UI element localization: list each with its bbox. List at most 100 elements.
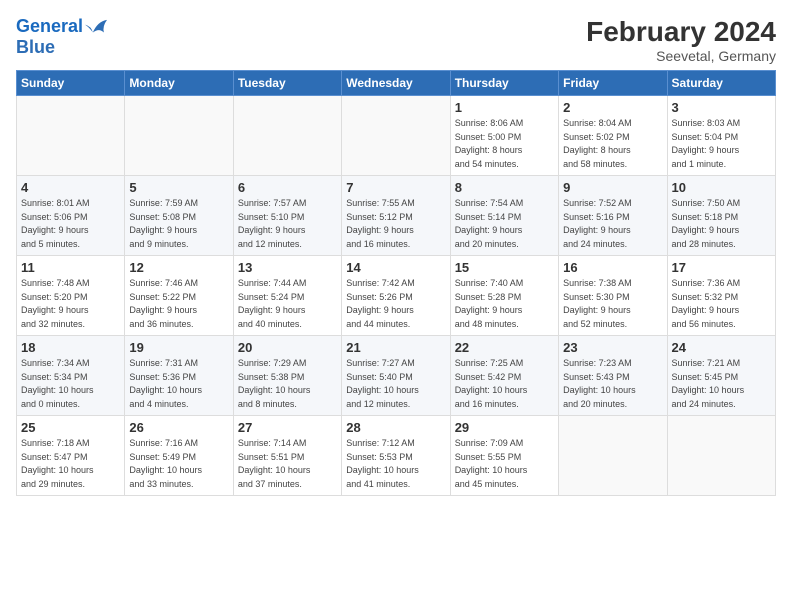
calendar-cell: 28 Sunrise: 7:12 AM Sunset: 5:53 PM Dayli…	[342, 416, 450, 496]
calendar-cell: 10Sunrise: 7:50 AM Sunset: 5:18 PM Dayli…	[667, 176, 775, 256]
col-monday: Monday	[125, 71, 233, 96]
day-info: Sunrise: 7:12 AM Sunset: 5:53 PM Dayligh…	[346, 437, 445, 491]
day-number: 29	[455, 420, 554, 435]
calendar-cell: 9 Sunrise: 7:52 AM Sunset: 5:16 PM Daylig…	[559, 176, 667, 256]
calendar-table: Sunday Monday Tuesday Wednesday Thursday…	[16, 70, 776, 496]
day-info: Sunrise: 7:54 AM Sunset: 5:14 PM Dayligh…	[455, 197, 554, 251]
header: General Blue February 2024 Seevetal, Ger…	[16, 16, 776, 64]
calendar-cell: 1 Sunrise: 8:06 AM Sunset: 5:00 PM Daylig…	[450, 96, 558, 176]
page-title: February 2024	[586, 16, 776, 48]
day-number: 17	[672, 260, 771, 275]
calendar-cell: 20Sunrise: 7:29 AM Sunset: 5:38 PM Dayli…	[233, 336, 341, 416]
day-number: 18	[21, 340, 120, 355]
day-number: 1	[455, 100, 554, 115]
calendar-cell: 19 Sunrise: 7:31 AM Sunset: 5:36 PM Dayli…	[125, 336, 233, 416]
day-info: Sunrise: 7:18 AM Sunset: 5:47 PM Dayligh…	[21, 437, 120, 491]
calendar-cell: 22 Sunrise: 7:25 AM Sunset: 5:42 PM Dayli…	[450, 336, 558, 416]
day-number: 21	[346, 340, 445, 355]
day-info: Sunrise: 7:46 AM Sunset: 5:22 PM Dayligh…	[129, 277, 228, 331]
day-info: Sunrise: 7:55 AM Sunset: 5:12 PM Dayligh…	[346, 197, 445, 251]
day-info: Sunrise: 8:03 AM Sunset: 5:04 PM Dayligh…	[672, 117, 771, 171]
day-number: 11	[21, 260, 120, 275]
day-number: 19	[129, 340, 228, 355]
calendar-cell: 6 Sunrise: 7:57 AM Sunset: 5:10 PM Daylig…	[233, 176, 341, 256]
logo-blue: Blue	[16, 38, 107, 58]
day-number: 16	[563, 260, 662, 275]
calendar-cell: 26 Sunrise: 7:16 AM Sunset: 5:49 PM Dayli…	[125, 416, 233, 496]
calendar-cell: 4Sunrise: 8:01 AM Sunset: 5:06 PM Daylig…	[17, 176, 125, 256]
day-number: 10	[672, 180, 771, 195]
day-number: 7	[346, 180, 445, 195]
calendar-cell	[125, 96, 233, 176]
day-info: Sunrise: 7:36 AM Sunset: 5:32 PM Dayligh…	[672, 277, 771, 331]
day-info: Sunrise: 7:42 AM Sunset: 5:26 PM Dayligh…	[346, 277, 445, 331]
col-saturday: Saturday	[667, 71, 775, 96]
col-sunday: Sunday	[17, 71, 125, 96]
calendar-week-3: 11 Sunrise: 7:48 AM Sunset: 5:20 PM Dayli…	[17, 256, 776, 336]
calendar-cell: 14 Sunrise: 7:42 AM Sunset: 5:26 PM Dayli…	[342, 256, 450, 336]
day-info: Sunrise: 7:25 AM Sunset: 5:42 PM Dayligh…	[455, 357, 554, 411]
calendar-cell	[342, 96, 450, 176]
day-info: Sunrise: 7:21 AM Sunset: 5:45 PM Dayligh…	[672, 357, 771, 411]
day-info: Sunrise: 7:34 AM Sunset: 5:34 PM Dayligh…	[21, 357, 120, 411]
calendar-cell: 23 Sunrise: 7:23 AM Sunset: 5:43 PM Dayli…	[559, 336, 667, 416]
calendar-cell: 29 Sunrise: 7:09 AM Sunset: 5:55 PM Dayli…	[450, 416, 558, 496]
day-number: 12	[129, 260, 228, 275]
calendar-cell: 15Sunrise: 7:40 AM Sunset: 5:28 PM Dayli…	[450, 256, 558, 336]
calendar-week-1: 1 Sunrise: 8:06 AM Sunset: 5:00 PM Daylig…	[17, 96, 776, 176]
day-number: 5	[129, 180, 228, 195]
calendar-cell	[667, 416, 775, 496]
calendar-header-row: Sunday Monday Tuesday Wednesday Thursday…	[17, 71, 776, 96]
day-number: 22	[455, 340, 554, 355]
day-info: Sunrise: 7:09 AM Sunset: 5:55 PM Dayligh…	[455, 437, 554, 491]
day-number: 14	[346, 260, 445, 275]
day-number: 23	[563, 340, 662, 355]
col-wednesday: Wednesday	[342, 71, 450, 96]
day-number: 9	[563, 180, 662, 195]
col-thursday: Thursday	[450, 71, 558, 96]
day-info: Sunrise: 7:57 AM Sunset: 5:10 PM Dayligh…	[238, 197, 337, 251]
day-info: Sunrise: 7:52 AM Sunset: 5:16 PM Dayligh…	[563, 197, 662, 251]
calendar-cell: 24 Sunrise: 7:21 AM Sunset: 5:45 PM Dayli…	[667, 336, 775, 416]
logo-general: General	[16, 16, 83, 36]
title-area: February 2024 Seevetal, Germany	[586, 16, 776, 64]
page-subtitle: Seevetal, Germany	[586, 48, 776, 64]
day-info: Sunrise: 7:59 AM Sunset: 5:08 PM Dayligh…	[129, 197, 228, 251]
day-number: 13	[238, 260, 337, 275]
calendar-cell: 2 Sunrise: 8:04 AM Sunset: 5:02 PM Daylig…	[559, 96, 667, 176]
day-info: Sunrise: 8:06 AM Sunset: 5:00 PM Dayligh…	[455, 117, 554, 171]
day-info: Sunrise: 7:48 AM Sunset: 5:20 PM Dayligh…	[21, 277, 120, 331]
day-number: 28	[346, 420, 445, 435]
calendar-cell: 8 Sunrise: 7:54 AM Sunset: 5:14 PM Daylig…	[450, 176, 558, 256]
day-number: 26	[129, 420, 228, 435]
calendar-cell: 27 Sunrise: 7:14 AM Sunset: 5:51 PM Dayli…	[233, 416, 341, 496]
day-info: Sunrise: 7:31 AM Sunset: 5:36 PM Dayligh…	[129, 357, 228, 411]
calendar-cell: 21 Sunrise: 7:27 AM Sunset: 5:40 PM Dayli…	[342, 336, 450, 416]
day-number: 25	[21, 420, 120, 435]
day-info: Sunrise: 7:23 AM Sunset: 5:43 PM Dayligh…	[563, 357, 662, 411]
logo: General Blue	[16, 16, 107, 58]
day-number: 15	[455, 260, 554, 275]
calendar-cell: 7 Sunrise: 7:55 AM Sunset: 5:12 PM Daylig…	[342, 176, 450, 256]
day-info: Sunrise: 7:27 AM Sunset: 5:40 PM Dayligh…	[346, 357, 445, 411]
calendar-cell	[559, 416, 667, 496]
calendar-cell: 17 Sunrise: 7:36 AM Sunset: 5:32 PM Dayli…	[667, 256, 775, 336]
calendar-cell: 13Sunrise: 7:44 AM Sunset: 5:24 PM Dayli…	[233, 256, 341, 336]
day-info: Sunrise: 8:01 AM Sunset: 5:06 PM Dayligh…	[21, 197, 120, 251]
day-number: 8	[455, 180, 554, 195]
logo-bird-icon	[85, 16, 107, 38]
calendar-week-2: 4Sunrise: 8:01 AM Sunset: 5:06 PM Daylig…	[17, 176, 776, 256]
day-number: 27	[238, 420, 337, 435]
day-info: Sunrise: 7:16 AM Sunset: 5:49 PM Dayligh…	[129, 437, 228, 491]
calendar-cell	[17, 96, 125, 176]
calendar-cell: 12 Sunrise: 7:46 AM Sunset: 5:22 PM Dayli…	[125, 256, 233, 336]
calendar-cell: 18 Sunrise: 7:34 AM Sunset: 5:34 PM Dayli…	[17, 336, 125, 416]
calendar-cell	[233, 96, 341, 176]
day-info: Sunrise: 7:38 AM Sunset: 5:30 PM Dayligh…	[563, 277, 662, 331]
calendar-cell: 16 Sunrise: 7:38 AM Sunset: 5:30 PM Dayli…	[559, 256, 667, 336]
day-number: 2	[563, 100, 662, 115]
day-number: 6	[238, 180, 337, 195]
day-info: Sunrise: 7:14 AM Sunset: 5:51 PM Dayligh…	[238, 437, 337, 491]
day-number: 24	[672, 340, 771, 355]
day-info: Sunrise: 8:04 AM Sunset: 5:02 PM Dayligh…	[563, 117, 662, 171]
